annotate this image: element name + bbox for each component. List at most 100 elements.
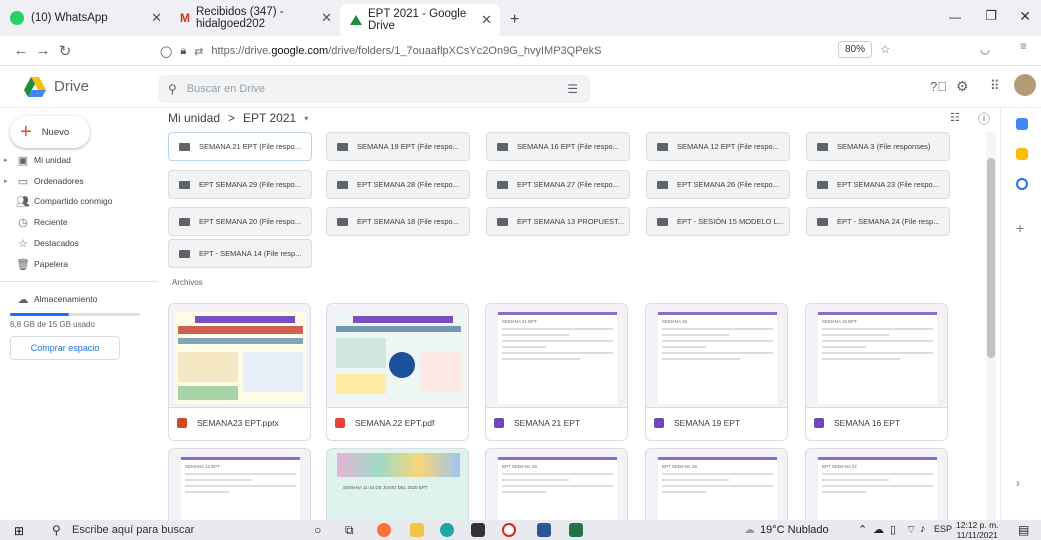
breadcrumb-my-drive[interactable]: Mi unidad	[168, 111, 220, 125]
folder-item[interactable]: EPT - SEMANA 24 (File resp...	[806, 207, 950, 236]
breadcrumb-current[interactable]: EPT 2021	[243, 111, 296, 125]
folder-item[interactable]: EPT SEMANA 29 (File respo...	[168, 170, 312, 199]
new-button[interactable]: + Nuevo	[10, 116, 90, 148]
folder-icon	[497, 142, 508, 151]
folder-item[interactable]: EPT SEMANA 28 (File respo...	[326, 170, 470, 199]
menu-icon[interactable]: ≡	[1020, 41, 1027, 53]
chevron-down-icon[interactable]: ▾	[304, 111, 308, 125]
scrollbar[interactable]	[986, 132, 996, 520]
file-card[interactable]: SEMANA 22 EPT.pdf	[326, 303, 469, 441]
address-bar[interactable]: ◯ 🔒︎ ⇄ https://drive. google.com/drive/fo…	[160, 39, 920, 63]
folder-item[interactable]: SEMANA 12 EPT (File respo...	[646, 132, 790, 161]
file-card[interactable]: EPT SEMANA 27	[805, 448, 948, 524]
pocket-icon[interactable]: ◡	[980, 42, 990, 56]
folder-item[interactable]: EPT SEMANA 20 (File respo...	[168, 207, 312, 236]
help-icon[interactable]: ?⃝	[930, 79, 947, 94]
file-card[interactable]: SEMANA 16 EPT SEMANA 16 EPT	[805, 303, 948, 441]
forward-icon[interactable]: →	[32, 42, 54, 59]
sidebar-item-computers[interactable]: ▸ ▭ Ordenadores	[4, 172, 84, 190]
back-icon[interactable]: ←	[10, 42, 32, 59]
folder-item[interactable]: EPT SEMANA 13 PROPUEST...	[486, 207, 630, 236]
task-view-icon[interactable]: ⧉	[345, 523, 354, 538]
search-input[interactable]: ⚲ Buscar en Drive ☰	[158, 75, 590, 103]
firefox-icon[interactable]	[377, 523, 391, 537]
search-options-icon[interactable]: ☰	[567, 82, 578, 96]
close-tab-icon[interactable]: ✕	[151, 10, 162, 26]
folder-item[interactable]: EPT SEMANA 18 (File respo...	[326, 207, 470, 236]
buy-storage-button[interactable]: Comprar espacio	[10, 336, 120, 360]
sidebar-item-storage[interactable]: ☁ Almacenamiento	[4, 290, 98, 308]
excel-icon[interactable]	[569, 523, 583, 537]
minimize-icon[interactable]: —	[949, 10, 961, 24]
sidebar-item-trash[interactable]: 🗑︎ Papelera	[4, 255, 68, 273]
sidebar-item-recent[interactable]: ◷ Reciente	[4, 213, 67, 231]
file-card[interactable]: SEMANA 11-16 DE JUNIO DEL 2020 EPT	[326, 448, 469, 524]
word-icon[interactable]	[537, 523, 551, 537]
file-card[interactable]: SEMANA 21 EPT SEMANA 21 EPT	[485, 303, 628, 441]
folder-item[interactable]: SEMANA 3 (File responses)	[806, 132, 950, 161]
folder-item[interactable]: EPT SEMANA 23 (File respo...	[806, 170, 950, 199]
cortana-icon[interactable]: ○	[314, 523, 321, 537]
new-tab-button[interactable]: +	[500, 4, 519, 36]
opera-icon[interactable]	[502, 523, 516, 537]
sidebar-item-starred[interactable]: ☆ Destacados	[4, 234, 79, 252]
file-card[interactable]: SEMANA 12 EPT	[168, 448, 311, 524]
folder-item[interactable]: SEMANA 19 EPT (File respo...	[326, 132, 470, 161]
expand-panel-icon[interactable]: ›	[1016, 476, 1020, 490]
restore-icon[interactable]: ❐	[985, 8, 997, 24]
apps-grid-icon[interactable]: ⠿	[990, 78, 1000, 94]
folder-item[interactable]: SEMANA 21 EPT (File respo...	[168, 132, 312, 161]
tab-whatsapp[interactable]: (10) WhatsApp ✕	[0, 0, 170, 36]
list-view-icon[interactable]: ☷	[950, 111, 960, 124]
keep-icon[interactable]	[1016, 148, 1028, 160]
notifications-icon[interactable]: ▤	[1018, 523, 1029, 537]
folder-item[interactable]: EPT SEMANA 27 (File respo...	[486, 170, 630, 199]
tray-chevron-icon[interactable]: ⌃	[858, 523, 867, 536]
file-card[interactable]: EPT SEMANA 29	[485, 448, 628, 524]
weather-text[interactable]: 19°C Nublado	[760, 524, 829, 536]
store-icon[interactable]	[471, 523, 485, 537]
onedrive-icon[interactable]: ☁	[873, 523, 884, 536]
folder-item[interactable]: EPT SEMANA 26 (File respo...	[646, 170, 790, 199]
folder-icon	[817, 217, 828, 226]
volume-icon[interactable]: ♪	[920, 523, 926, 535]
battery-icon[interactable]: ▯	[890, 523, 896, 536]
folder-item[interactable]: SEMANA 16 EPT (File respo...	[486, 132, 630, 161]
expand-icon[interactable]: ▸	[4, 156, 12, 164]
folder-item[interactable]: EPT - SESIÓN 15 MODELO L...	[646, 207, 790, 236]
file-card[interactable]: EPT SEMANA 28	[645, 448, 788, 524]
language-indicator[interactable]: ESP	[934, 524, 952, 534]
reload-icon[interactable]: ↻	[54, 42, 76, 60]
file-explorer-icon[interactable]	[410, 523, 424, 537]
settings-gear-icon[interactable]: ⚙	[956, 78, 969, 95]
expand-icon[interactable]: ▸	[4, 177, 12, 185]
file-thumbnail: SEMANA 16 EPT	[806, 304, 947, 408]
close-tab-icon[interactable]: ✕	[321, 10, 332, 26]
file-card[interactable]: SEMANA 19 SEMANA 19 EPT	[645, 303, 788, 441]
tasks-icon[interactable]	[1016, 178, 1028, 190]
plus-icon: +	[20, 121, 32, 143]
zoom-level[interactable]: 80%	[838, 41, 873, 58]
info-icon[interactable]: ⓘ	[978, 110, 990, 127]
edge-icon[interactable]	[440, 523, 454, 537]
folder-icon	[657, 180, 668, 189]
windows-start-icon[interactable]: ⊞	[14, 524, 24, 538]
avatar[interactable]	[1014, 74, 1036, 96]
folder-name: SEMANA 19 EPT (File respo...	[357, 142, 459, 151]
calendar-icon[interactable]	[1016, 118, 1028, 130]
sidebar-item-shared[interactable]: 👥︎ Compartido conmigo	[4, 192, 112, 210]
bookmark-star-icon[interactable]: ☆	[880, 42, 890, 56]
taskbar-search[interactable]: Escribe aquí para buscar	[72, 524, 194, 536]
network-icon[interactable]: ⌔	[906, 523, 916, 537]
scrollbar-thumb[interactable]	[987, 158, 995, 358]
folder-item[interactable]: EPT - SEMANA 14 (File resp...	[168, 239, 312, 268]
clock[interactable]: 12:12 p. m. 11/11/2021	[956, 520, 999, 540]
tab-gmail[interactable]: M Recibidos (347) - hidalgoed202 ✕	[170, 0, 340, 36]
folder-name: EPT SEMANA 29 (File respo...	[199, 180, 301, 189]
tab-drive[interactable]: EPT 2021 - Google Drive ✕	[340, 4, 500, 36]
close-tab-icon[interactable]: ✕	[481, 12, 492, 28]
close-window-icon[interactable]: ✕	[1019, 8, 1031, 25]
file-card[interactable]: SEMANA23 EPT.pptx	[168, 303, 311, 441]
sidebar-item-my-drive[interactable]: ▸ ▣ Mi unidad	[4, 151, 71, 169]
add-addon-icon[interactable]: +	[1016, 220, 1024, 236]
